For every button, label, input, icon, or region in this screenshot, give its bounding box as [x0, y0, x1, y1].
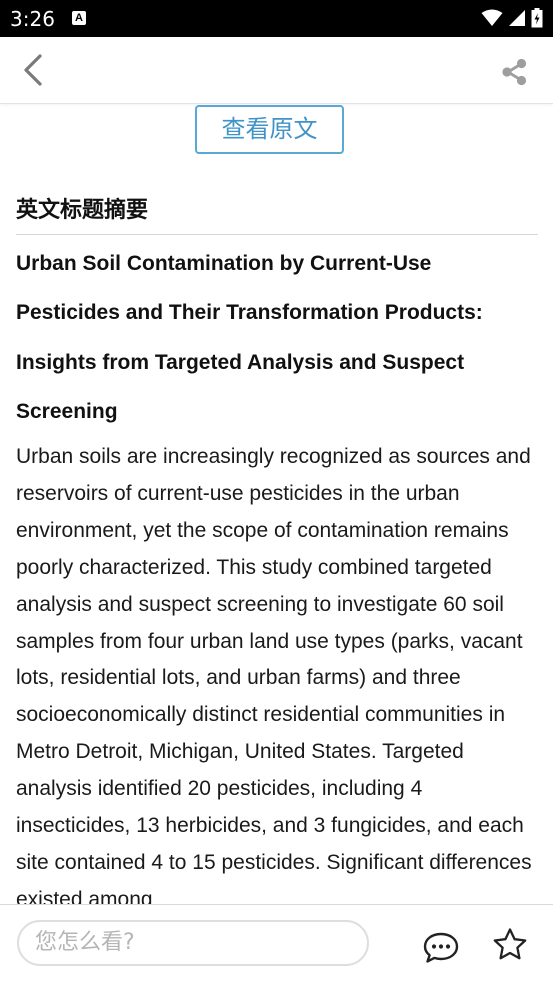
- battery-icon: [531, 8, 543, 28]
- back-button[interactable]: [18, 53, 50, 87]
- status-time: 3:26: [10, 7, 55, 31]
- comment-button[interactable]: [422, 928, 460, 966]
- status-bar: 3:26 A: [0, 0, 553, 37]
- status-icons: [481, 8, 543, 28]
- section-heading: 英文标题摘要: [16, 198, 149, 223]
- comment-icon: [423, 932, 459, 963]
- app-bar: [0, 37, 553, 104]
- signal-icon: [509, 10, 525, 26]
- article-content: 查看原文 英文标题摘要 Urban Soil Contamination by …: [0, 104, 553, 904]
- star-icon: [493, 928, 527, 960]
- comment-input[interactable]: 您怎么看?: [17, 920, 369, 966]
- divider: [16, 234, 538, 235]
- wifi-icon: [481, 9, 503, 26]
- share-button[interactable]: [501, 58, 529, 86]
- article-abstract: Urban soils are increasingly recognized …: [16, 445, 532, 904]
- article-title: Urban Soil Contamination by Current-Use …: [16, 252, 483, 423]
- share-icon: [502, 58, 527, 86]
- back-chevron-icon: [24, 54, 42, 86]
- view-original-button[interactable]: 查看原文: [195, 105, 344, 154]
- bottom-bar: 您怎么看?: [0, 904, 553, 984]
- notification-icon: A: [72, 11, 86, 25]
- favorite-button[interactable]: [491, 926, 529, 964]
